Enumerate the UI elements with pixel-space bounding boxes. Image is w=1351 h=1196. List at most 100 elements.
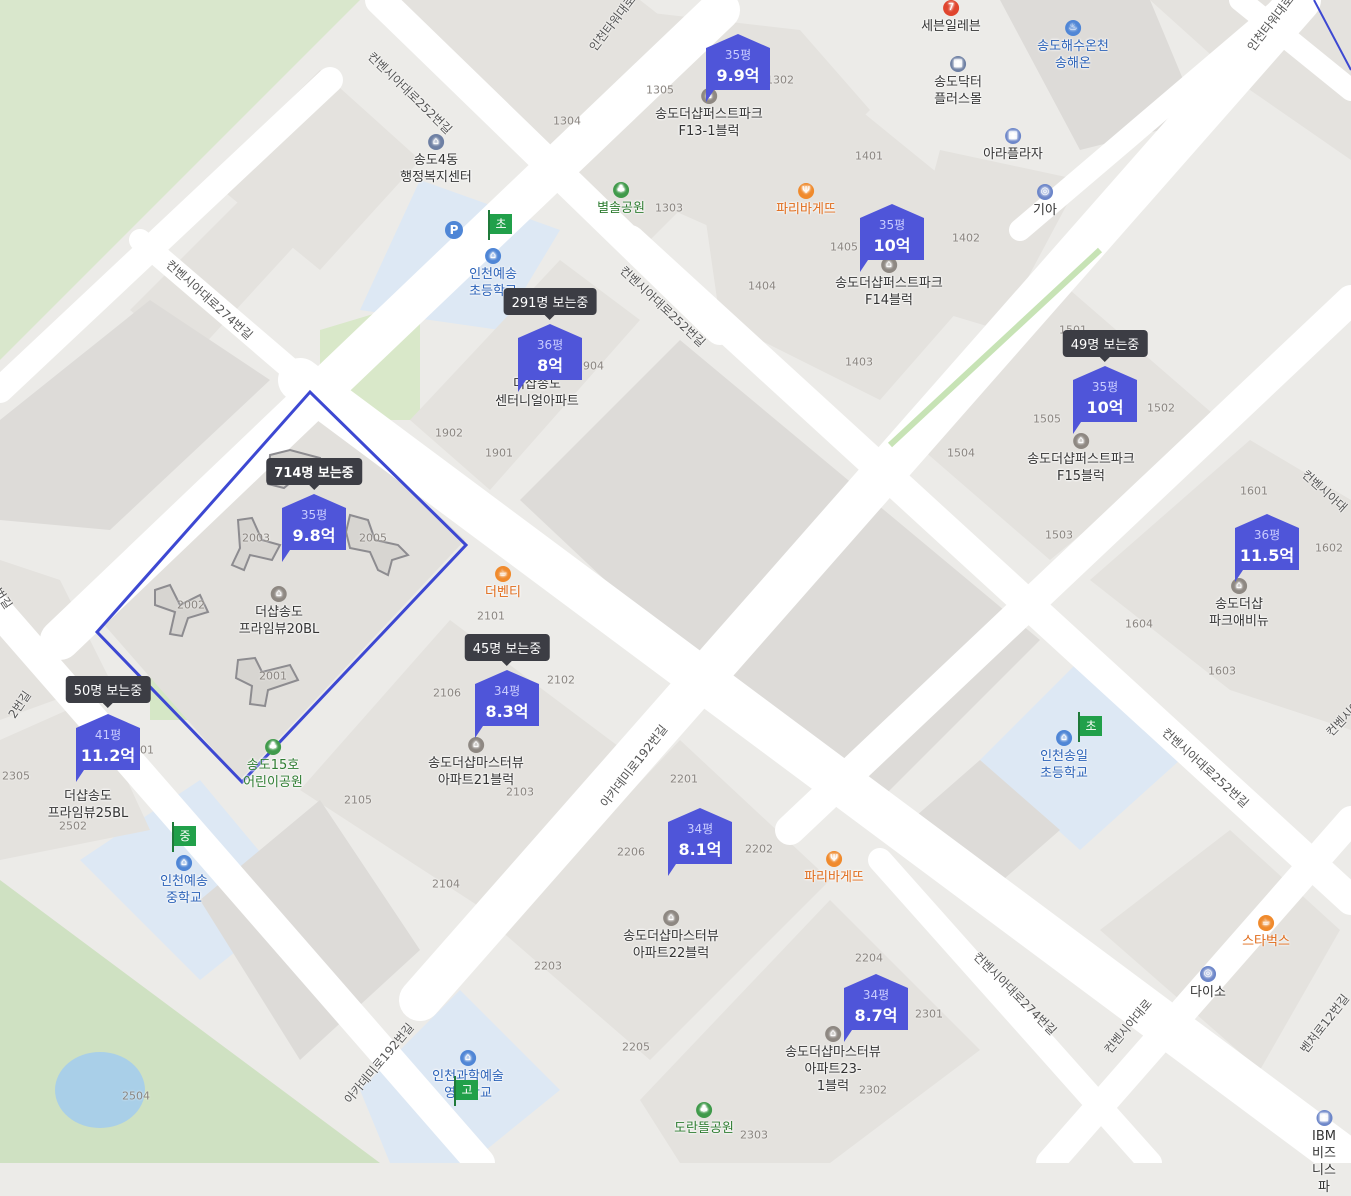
- poi-doranttle-park[interactable]: ♣ 도란뜰공원: [674, 1102, 734, 1137]
- lot-number: 1302: [766, 73, 794, 87]
- price-marker-selected[interactable]: 35평 9.8억: [282, 492, 346, 564]
- poi-ibm[interactable]: ▦ IBM 비즈니스파: [1311, 1110, 1338, 1196]
- poi-byeolsol-park[interactable]: ♣ 별솔공원: [597, 182, 645, 217]
- store-icon: ◎: [1199, 966, 1216, 982]
- lot-number: 2102: [547, 673, 575, 687]
- marker-price: 8억: [537, 356, 563, 375]
- poi-label: 송도더샵퍼스트파크 F13-1블럭: [655, 107, 763, 139]
- lot-number: 2504: [122, 1089, 150, 1103]
- poi-label: 파리바게뜨: [804, 870, 864, 885]
- price-marker-parkavenue[interactable]: 36평 11.5억: [1235, 512, 1299, 584]
- price-marker-f15[interactable]: 35평 10억: [1073, 364, 1137, 436]
- viewers-badge-primeview25: 50명 보는중: [65, 676, 151, 708]
- park-icon: ♣: [613, 182, 629, 198]
- flag-yesong-mid[interactable]: 중: [172, 822, 198, 852]
- poi-ara-plaza[interactable]: ▦ 아라플라자: [983, 128, 1043, 163]
- price-marker-masterview23[interactable]: 34평 8.7억: [844, 972, 908, 1044]
- price-marker-f14[interactable]: 35평 10억: [860, 202, 924, 274]
- lot-number: 2206: [617, 845, 645, 859]
- school-flag-label: 초: [490, 214, 512, 234]
- bakery-icon: Ψ: [798, 183, 814, 199]
- spa-icon: ♨: [1064, 20, 1081, 36]
- marker-price: 10억: [1086, 398, 1124, 417]
- flag-songil[interactable]: 초: [1078, 712, 1104, 742]
- marker-price: 11.2억: [80, 746, 136, 765]
- lot-number: 1403: [845, 355, 873, 369]
- poi-label: 송도더샵 파크애비뉴: [1209, 597, 1269, 629]
- flag-arts-high[interactable]: 고: [454, 1076, 480, 1106]
- poi-f15[interactable]: ⌂ 송도더샵퍼스트파크 F15블럭: [1027, 433, 1135, 485]
- park-icon: ♣: [696, 1102, 712, 1118]
- lot-number: 2205: [622, 1040, 650, 1054]
- building-icon: ▦: [1005, 128, 1021, 144]
- lot-number: 1502: [1147, 401, 1175, 415]
- school-icon: ⌂: [1056, 730, 1072, 746]
- poi-label: 송도4동 행정복지센터: [400, 153, 472, 185]
- poi-songdo-doctor[interactable]: ▦ 송도닥터 플러스몰: [934, 56, 982, 108]
- viewers-badge-f15: 49명 보는중: [1062, 330, 1148, 362]
- poi-masterview21[interactable]: ⌂ 송도더샵마스터뷰 아파트21블럭: [428, 737, 524, 789]
- marker-area: 35평: [300, 508, 328, 522]
- lot-number: 2201: [670, 772, 698, 786]
- poi-primeview20[interactable]: ⌂ 더샵송도 프라임뷰20BL: [239, 586, 319, 638]
- school-flag-label: 고: [456, 1080, 478, 1100]
- poi-label: 송도닥터 플러스몰: [934, 75, 982, 107]
- price-marker-primeview25[interactable]: 41평 11.2억: [76, 712, 140, 784]
- poi-label: 인천예송 중학교: [160, 874, 208, 906]
- poi-seven-eleven[interactable]: 7 세븐일레븐: [921, 0, 981, 35]
- marker-area: 34평: [686, 822, 714, 836]
- viewers-badge-centereal: 291명 보는중: [503, 288, 597, 320]
- map-canvas[interactable]: [0, 0, 1351, 1163]
- lot-number: 2203: [534, 959, 562, 973]
- poi-parkavenue[interactable]: ⌂ 송도더샵 파크애비뉴: [1209, 578, 1269, 630]
- price-marker-masterview22[interactable]: 34평 8.1억: [668, 806, 732, 878]
- marker-area: 34평: [862, 988, 890, 1002]
- poi-label: 스타벅스: [1242, 934, 1290, 949]
- marker-price: 9.8억: [292, 526, 336, 545]
- flag-yesong-elem[interactable]: 초: [488, 210, 514, 240]
- poi-theventi[interactable]: ☕ 더벤티: [485, 566, 521, 601]
- poi-starbucks[interactable]: ☕ 스타벅스: [1242, 915, 1290, 950]
- school-icon: ⌂: [459, 1050, 476, 1066]
- lot-number: 1603: [1208, 664, 1236, 678]
- poi-haesuon[interactable]: ♨ 송도해수온천 송해온: [1037, 20, 1109, 72]
- poi-park15[interactable]: ♣ 송도15호 어린이공원: [243, 739, 303, 791]
- poi-daiso[interactable]: ◎ 다이소: [1190, 966, 1226, 1001]
- price-marker-masterview21[interactable]: 34평 8.3억: [475, 668, 539, 740]
- lot-number: 2202: [745, 842, 773, 856]
- marker-area: 35평: [878, 218, 906, 232]
- marker-area: 41평: [94, 728, 122, 742]
- poi-yesong-mid[interactable]: ⌂ 인천예송 중학교: [160, 855, 208, 907]
- lot-number: 1901: [485, 446, 513, 460]
- lot-number: 2003: [242, 531, 270, 545]
- lot-number: 2303: [740, 1128, 768, 1142]
- lot-number: 1405: [830, 240, 858, 254]
- lot-number: 2301: [915, 1007, 943, 1021]
- poi-label: 아라플라자: [983, 147, 1043, 162]
- school-flag-label: 초: [1080, 716, 1102, 736]
- poi-label: 송도해수온천 송해온: [1037, 39, 1109, 71]
- lot-number: 2005: [359, 531, 387, 545]
- price-marker-centereal[interactable]: 36평 8억: [518, 322, 582, 394]
- poi-label: 송도15호 어린이공원: [243, 758, 303, 790]
- marker-area: 34평: [493, 684, 521, 698]
- poi-masterview22[interactable]: ⌂ 송도더샵마스터뷰 아파트22블럭: [623, 910, 719, 962]
- lot-number: 1604: [1125, 617, 1153, 631]
- park-icon: ♣: [265, 739, 281, 755]
- lot-number: 1404: [748, 279, 776, 293]
- poi-paris-baguette-2[interactable]: Ψ 파리바게뜨: [804, 851, 864, 886]
- lot-number: 1602: [1315, 541, 1343, 555]
- poi-songdo4dong[interactable]: ⌂ 송도4동 행정복지센터: [400, 134, 472, 186]
- building-icon: ▦: [1316, 1110, 1332, 1126]
- lot-number: 2101: [477, 609, 505, 623]
- apartment-icon: ⌂: [663, 910, 679, 926]
- price-marker-f13-1[interactable]: 35평 9.9억: [706, 32, 770, 104]
- poi-label: 별솔공원: [597, 201, 645, 216]
- marker-price: 9.9억: [716, 66, 760, 85]
- car-icon: ◎: [1036, 184, 1053, 200]
- poi-paris-baguette-1[interactable]: Ψ 파리바게뜨: [776, 183, 836, 218]
- poi-kia[interactable]: ◎ 기아: [1033, 184, 1057, 219]
- store-icon: 7: [943, 0, 959, 16]
- bakery-icon: Ψ: [826, 851, 842, 867]
- lot-number: 1401: [855, 149, 883, 163]
